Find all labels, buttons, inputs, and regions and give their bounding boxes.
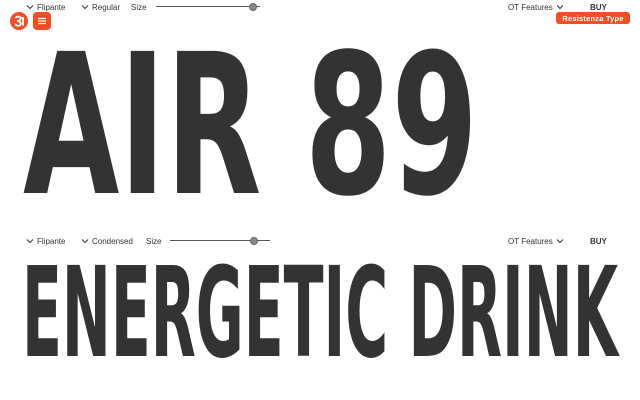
buy-button[interactable]: BUY [590,234,607,248]
style-label: Condensed [92,236,133,246]
chevron-down-icon [81,3,89,11]
ot-features-dropdown[interactable]: OT Features [508,0,564,14]
size-slider-thumb[interactable] [249,3,257,11]
row-2-toolbar: Flipante Condensed Size OT Features BUY [0,234,640,248]
ot-features-label: OT Features [508,2,553,12]
row-1-toolbar: Flipante Regular Size OT Features BUY [0,0,640,14]
size-label: Size [131,2,147,12]
style-dropdown[interactable]: Condensed [81,234,133,248]
chevron-down-icon [26,3,34,11]
chevron-down-icon [26,237,34,245]
style-label: Regular [92,2,121,12]
specimen-text-energetic-drink: ENERGETIC DRINK [22,258,620,358]
family-dropdown[interactable]: Flipante [26,234,65,248]
specimen-row-2[interactable]: ENERGETIC DRINK [0,258,640,358]
family-label: Flipante [37,2,66,12]
size-label: Size [146,236,162,246]
size-slider[interactable] [170,234,270,248]
family-label: Flipante [37,236,66,246]
size-slider-thumb[interactable] [250,237,258,245]
chevron-down-icon [81,237,89,245]
brand-badge[interactable]: Resistenza Type [556,12,630,24]
ot-features-dropdown[interactable]: OT Features [508,234,564,248]
chevron-down-icon [556,237,564,245]
chevron-down-icon [556,3,564,11]
specimen-text-air-89: AIR 89 [23,28,478,218]
size-slider[interactable] [156,0,260,14]
size-slider-track [156,6,260,7]
ot-features-label: OT Features [508,236,553,246]
style-dropdown[interactable]: Regular [81,0,120,14]
specimen-row-1[interactable]: AIR 89 [0,28,640,218]
